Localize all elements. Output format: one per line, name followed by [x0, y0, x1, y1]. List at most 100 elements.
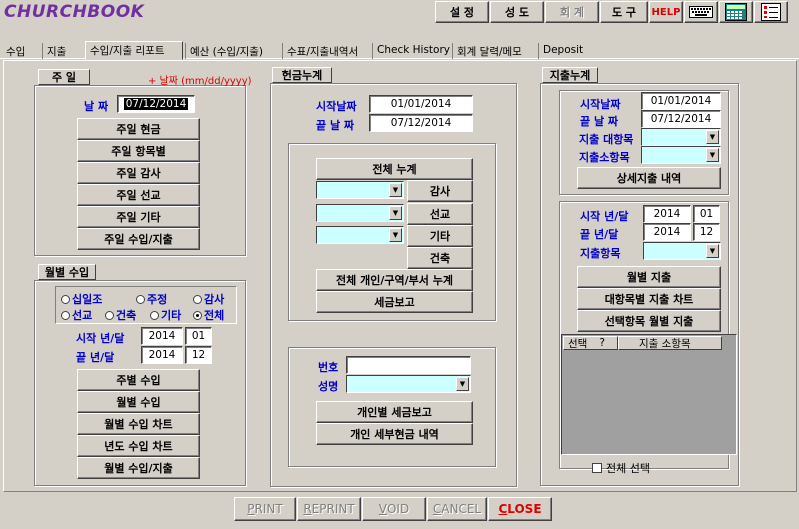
- sunday-by-item-button[interactable]: 주일 항목별: [77, 140, 200, 162]
- personal-group-total-button[interactable]: 전체 개인/구역/부서 누계: [316, 269, 473, 291]
- radio-building-circle[interactable]: [105, 311, 114, 320]
- monthly-income-expense-button[interactable]: 월별 수입/지출: [77, 457, 200, 479]
- chevron-down-icon[interactable]: ▼: [389, 228, 402, 242]
- expense-end-label: 끝 날 짜: [580, 115, 619, 128]
- close-button[interactable]: C LOSE: [488, 497, 552, 521]
- monthly-start-month-input[interactable]: 01: [185, 327, 212, 345]
- expense-start-month-input[interactable]: 01: [693, 205, 720, 223]
- sunday-date-input[interactable]: 07/12/2014: [117, 95, 195, 113]
- personal-tax-report-button[interactable]: 개인별 세금보고: [316, 401, 473, 423]
- tab-deposit[interactable]: Deposit: [538, 43, 587, 59]
- yearly-income-chart-button[interactable]: 년도 수입 차트: [77, 435, 200, 457]
- number-input[interactable]: [346, 356, 471, 374]
- radio-tithe-circle[interactable]: [61, 295, 70, 304]
- members-button[interactable]: 성 도: [490, 1, 544, 23]
- print-button[interactable]: P RINT: [234, 497, 296, 521]
- expense-end-input[interactable]: 07/12/2014: [641, 110, 721, 128]
- tab-income[interactable]: 수입: [2, 43, 29, 59]
- cash-start-input[interactable]: 01/01/2014: [369, 95, 473, 113]
- radio-other[interactable]: 기타: [150, 307, 181, 323]
- chevron-down-icon[interactable]: ▼: [456, 377, 469, 391]
- other-combo[interactable]: ▼: [316, 226, 404, 244]
- radio-thanks-circle[interactable]: [193, 295, 202, 304]
- cancel-button[interactable]: C ANCEL: [427, 497, 487, 521]
- radio-tithe[interactable]: 십일조: [61, 291, 102, 307]
- expense-end-year-input[interactable]: 2014: [643, 223, 691, 241]
- sunday-other-button[interactable]: 주일 기타: [77, 206, 200, 228]
- chevron-down-icon[interactable]: ▼: [706, 130, 719, 144]
- monthly-income-button[interactable]: 월별 수입: [77, 391, 200, 413]
- name-combo[interactable]: ▼: [346, 375, 471, 393]
- other-button[interactable]: 기타: [407, 225, 473, 247]
- sunday-mission-button[interactable]: 주일 선교: [77, 184, 200, 206]
- expense-start-year-input[interactable]: 2014: [643, 205, 691, 223]
- expense-major-combo[interactable]: ▼: [641, 128, 721, 146]
- monthly-start-label: 시작 년/달: [76, 332, 125, 345]
- building-button[interactable]: 건축: [407, 247, 473, 269]
- help-button[interactable]: HELP: [649, 1, 683, 23]
- selected-monthly-expense-button[interactable]: 선택항목 월별 지출: [577, 310, 721, 332]
- monthly-start-year-input[interactable]: 2014: [141, 327, 183, 345]
- personal-detail-button[interactable]: 개인 세부현금 내역: [316, 423, 473, 445]
- keyboard-icon[interactable]: [684, 1, 718, 23]
- radio-all-circle[interactable]: [193, 311, 202, 320]
- radio-other-circle[interactable]: [150, 311, 159, 320]
- expense-end-month-input[interactable]: 12: [693, 223, 720, 241]
- chevron-down-icon[interactable]: ▼: [706, 244, 719, 258]
- tab-check-history[interactable]: Check History: [372, 43, 454, 59]
- radio-all[interactable]: 전체: [193, 307, 224, 323]
- tab-income-expense-report[interactable]: 수입/지출 리포트: [85, 41, 183, 60]
- expense-minor-combo[interactable]: ▼: [641, 146, 721, 164]
- close-button-key: C: [498, 502, 508, 516]
- reprint-button-key: R: [303, 502, 312, 516]
- expense-minor-list[interactable]: [561, 334, 737, 455]
- radio-mission-circle[interactable]: [61, 311, 70, 320]
- mission-combo[interactable]: ▼: [316, 204, 404, 222]
- app-logo: CHURCHBOOK: [4, 2, 145, 22]
- cash-end-input[interactable]: 07/12/2014: [369, 114, 473, 132]
- thanks-combo[interactable]: ▼: [316, 181, 404, 199]
- calculator-icon[interactable]: [719, 1, 753, 23]
- settings-button[interactable]: 설 정: [435, 1, 489, 23]
- radio-mission[interactable]: 선교: [61, 307, 92, 323]
- tab-calendar-memo[interactable]: 회계 달력/메모: [452, 43, 526, 59]
- accounting-button[interactable]: 회 계: [545, 1, 599, 23]
- void-button[interactable]: V OID: [362, 497, 426, 521]
- sunday-income-expense-button[interactable]: 주일 수입/지출: [77, 228, 200, 250]
- weekly-income-button[interactable]: 주별 수입: [77, 369, 200, 391]
- tax-report-button[interactable]: 세금보고: [316, 291, 473, 313]
- expense-start-ym-label: 시작 년/달: [580, 210, 629, 223]
- list-header-question: ?: [599, 337, 605, 349]
- chevron-down-icon[interactable]: ▼: [706, 148, 719, 162]
- tab-check-expense[interactable]: 수표/지출내역서: [282, 43, 362, 59]
- major-expense-chart-button[interactable]: 대항목별 지출 차트: [577, 288, 721, 310]
- chevron-down-icon[interactable]: ▼: [389, 183, 402, 197]
- monthly-expense-button[interactable]: 월별 지출: [577, 266, 721, 288]
- list-header-minor[interactable]: 지출 소항목: [618, 336, 722, 350]
- settings-list-icon[interactable]: [754, 1, 788, 23]
- monthly-end-year-input[interactable]: 2014: [141, 346, 183, 364]
- expense-start-input[interactable]: 01/01/2014: [641, 92, 721, 110]
- monthly-income-chart-button[interactable]: 월별 수입 차트: [77, 413, 200, 435]
- sunday-cash-button[interactable]: 주일 현금: [77, 118, 200, 140]
- chevron-down-icon[interactable]: ▼: [389, 206, 402, 220]
- radio-thanks[interactable]: 감사: [193, 291, 224, 307]
- thanks-button[interactable]: 감사: [407, 180, 473, 202]
- detail-expense-button[interactable]: 상세지출 내역: [577, 167, 721, 189]
- name-label: 성명: [318, 380, 339, 393]
- tab-expense[interactable]: 지출: [42, 43, 70, 59]
- tools-button[interactable]: 도 구: [600, 1, 648, 23]
- sunday-thanks-button[interactable]: 주일 감사: [77, 162, 200, 184]
- monthly-end-month-input[interactable]: 12: [185, 346, 212, 364]
- radio-weekly[interactable]: 주정: [136, 291, 167, 307]
- expense-item-combo[interactable]: ▼: [643, 242, 721, 260]
- select-all-box[interactable]: [592, 463, 602, 473]
- select-all-checkbox[interactable]: 전체 선택: [592, 460, 650, 476]
- tab-budget[interactable]: 예산 (수입/지출): [185, 43, 267, 59]
- mission-button[interactable]: 선교: [407, 203, 473, 225]
- radio-weekly-circle[interactable]: [136, 295, 145, 304]
- list-header-select[interactable]: 선택?: [563, 336, 618, 350]
- radio-building[interactable]: 건축: [105, 307, 136, 323]
- total-sum-button[interactable]: 전체 누계: [316, 158, 473, 180]
- reprint-button[interactable]: R EPRINT: [297, 497, 361, 521]
